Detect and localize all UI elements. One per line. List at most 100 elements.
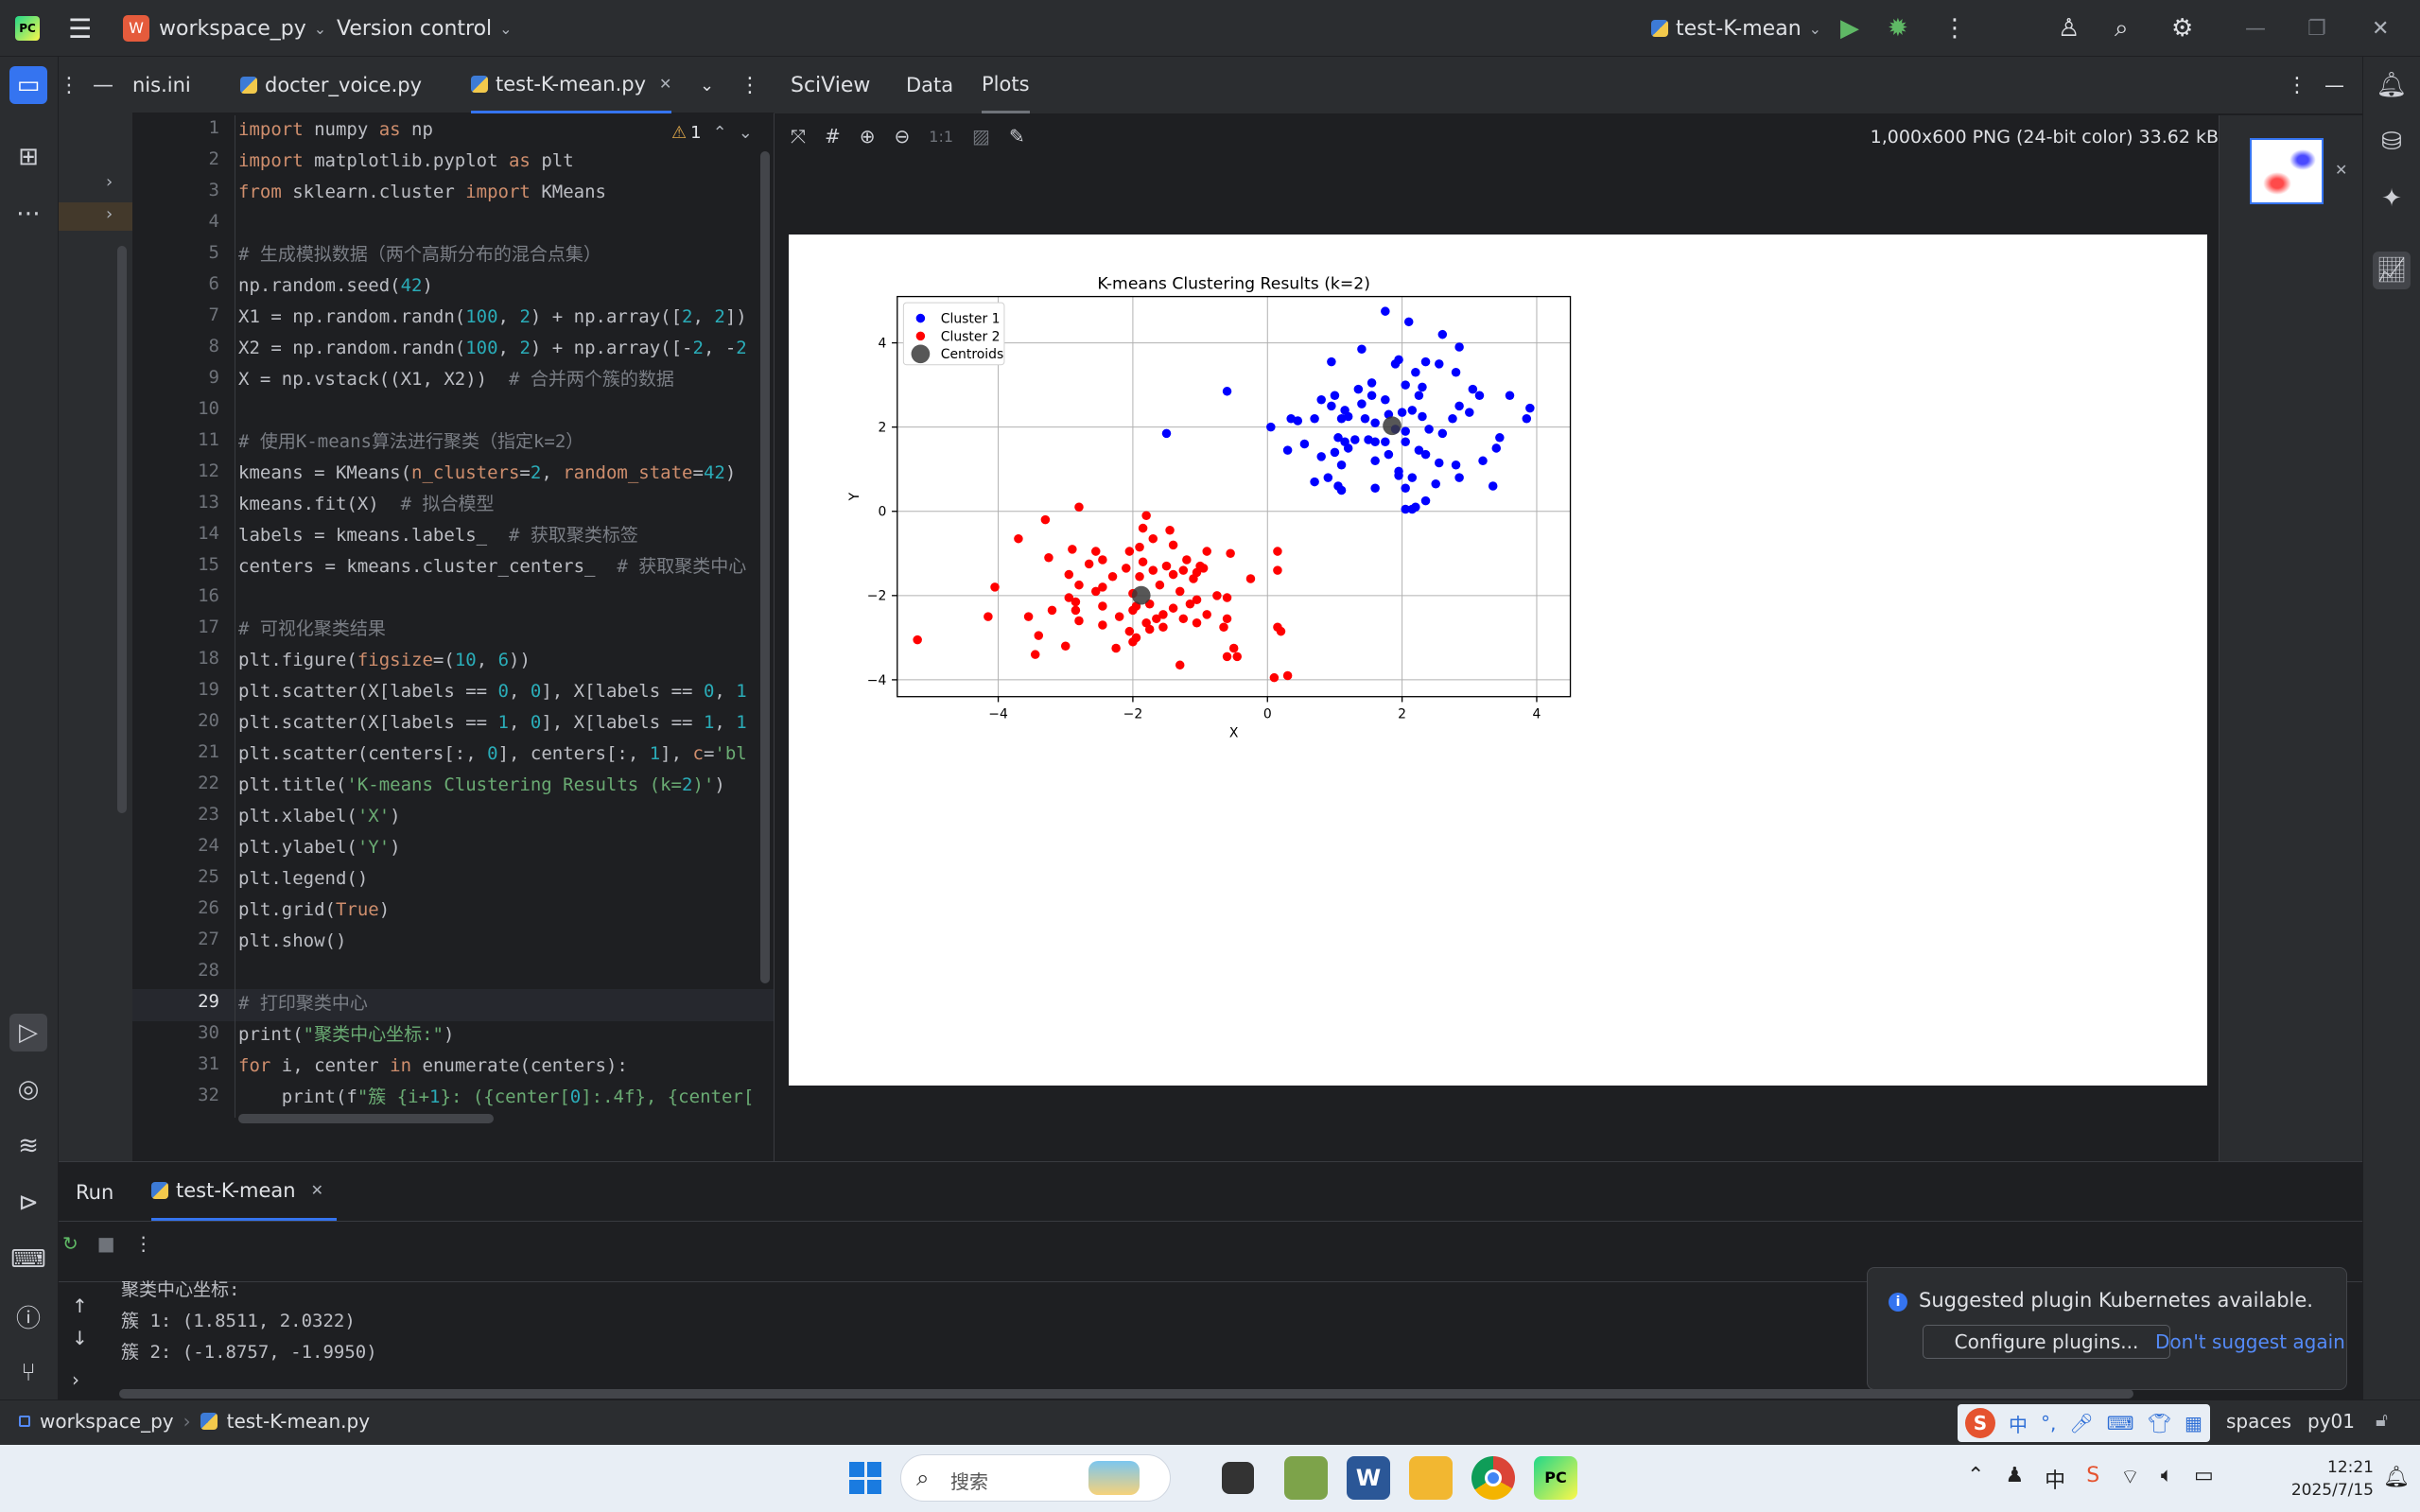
- stop-icon[interactable]: ■: [97, 1232, 115, 1255]
- ime-mode-icon[interactable]: 中: [2009, 1410, 2028, 1437]
- chevron-right-icon[interactable]: ›: [106, 172, 113, 192]
- restore-icon[interactable]: ❐: [2307, 0, 2326, 57]
- code-line[interactable]: import matplotlib.pyplot as plt: [238, 147, 574, 175]
- sciview-options-icon[interactable]: ⋮: [2287, 57, 2307, 113]
- toolbox-icon[interactable]: ▦: [2185, 1412, 2202, 1434]
- read-only-lock-icon[interactable]: 🔓︎: [2376, 1408, 2388, 1431]
- code-line[interactable]: plt.scatter(X[labels == 1, 0], X[labels …: [238, 708, 747, 737]
- tray-app-icon[interactable]: ♟: [2005, 1464, 2024, 1494]
- interpreter-selector[interactable]: py01: [2307, 1410, 2355, 1433]
- code-line[interactable]: plt.show(): [238, 927, 346, 955]
- tab-docter-voice[interactable]: docter_voice.py: [240, 57, 422, 113]
- code-line[interactable]: kmeans = KMeans(n_clusters=2, random_sta…: [238, 459, 736, 487]
- code-line[interactable]: centers = kmeans.cluster_centers_ # 获取聚类…: [238, 552, 746, 581]
- breadcrumb-project[interactable]: workspace_py: [40, 1410, 174, 1433]
- pycharm-taskbar-icon[interactable]: PC: [1534, 1456, 1577, 1500]
- taskbar-search-box[interactable]: ⌕ 搜索: [900, 1454, 1171, 1502]
- code-line[interactable]: plt.grid(True): [238, 895, 390, 924]
- project-options-icon[interactable]: ⋮: [59, 74, 79, 97]
- code-line[interactable]: X2 = np.random.randn(100, 2) + np.array(…: [238, 334, 747, 362]
- terminal-icon[interactable]: ⌨: [9, 1241, 47, 1278]
- code-line[interactable]: X1 = np.random.randn(100, 2) + np.array(…: [238, 303, 747, 331]
- configure-plugins-button[interactable]: Configure plugins...: [1923, 1325, 2170, 1359]
- code-line[interactable]: kmeans.fit(X) # 拟合模型: [238, 490, 494, 518]
- code-line[interactable]: plt.figure(figsize=(10, 6)): [238, 646, 531, 674]
- code-line[interactable]: plt.title('K-means Clustering Results (k…: [238, 771, 725, 799]
- close-tab-icon[interactable]: ✕: [659, 75, 671, 93]
- more-actions-icon[interactable]: ⋮: [1942, 0, 1967, 57]
- code-line[interactable]: # 使用K-means算法进行聚类（指定k=2）: [238, 427, 583, 456]
- code-line[interactable]: print("聚类中心坐标:"): [238, 1020, 454, 1049]
- run-config-tab[interactable]: test-K-mean ✕: [151, 1162, 338, 1221]
- plot-thumbnail[interactable]: [2250, 138, 2324, 204]
- main-menu-icon[interactable]: ☰: [68, 0, 92, 57]
- problems-icon[interactable]: ⓘ: [9, 1297, 47, 1335]
- code-line[interactable]: plt.scatter(X[labels == 0, 0], X[labels …: [238, 677, 747, 705]
- windows-start-icon[interactable]: [844, 1456, 887, 1500]
- sogou-logo-icon[interactable]: S: [1965, 1408, 1995, 1438]
- run-tool-icon[interactable]: ▷: [9, 1014, 47, 1051]
- pycharm-logo-icon[interactable]: PC: [15, 0, 40, 57]
- expand-icon[interactable]: ›: [72, 1368, 88, 1391]
- run-config-selector[interactable]: test-K-mean ⌄: [1651, 0, 1821, 57]
- project-selector[interactable]: W workspace_py ⌄: [123, 0, 326, 57]
- tray-sogou-icon[interactable]: S: [2086, 1464, 2099, 1494]
- selected-tree-row[interactable]: [59, 202, 132, 231]
- code-line[interactable]: # 可视化聚类结果: [238, 615, 386, 643]
- tab-plots[interactable]: Plots: [982, 57, 1030, 113]
- code-line[interactable]: plt.xlabel('X'): [238, 802, 401, 830]
- grid-icon[interactable]: #: [825, 125, 841, 148]
- code-line[interactable]: # 打印聚类中心: [238, 989, 368, 1017]
- code-line[interactable]: X = np.vstack((X1, X2)) # 合并两个簇的数据: [238, 365, 674, 393]
- word-app-icon[interactable]: W: [1347, 1456, 1390, 1500]
- code-line[interactable]: plt.scatter(centers[:, 0], centers[:, 1]…: [238, 739, 747, 768]
- punctuation-icon[interactable]: °,: [2041, 1412, 2056, 1434]
- editor-vertical-scrollbar[interactable]: [760, 151, 770, 983]
- more-tools-icon[interactable]: ⋯: [9, 195, 47, 233]
- close-tab-icon[interactable]: ✕: [311, 1181, 323, 1199]
- scroll-up-icon[interactable]: ↑: [72, 1295, 88, 1317]
- code-line[interactable]: plt.ylabel('Y'): [238, 833, 401, 861]
- code-line[interactable]: from sklearn.cluster import KMeans: [238, 178, 606, 206]
- project-folder-icon[interactable]: ▭: [9, 66, 47, 104]
- task-view-icon[interactable]: [1222, 1462, 1254, 1494]
- tab-data[interactable]: Data: [906, 57, 953, 113]
- git-icon[interactable]: ⑂: [9, 1354, 47, 1392]
- zoom-out-icon[interactable]: ⊖: [895, 125, 911, 148]
- sciview-tool-icon[interactable]: 📈︎: [2373, 252, 2411, 289]
- dont-suggest-again-link[interactable]: Don't suggest again: [2155, 1330, 2345, 1353]
- tab-sciview[interactable]: SciView: [791, 57, 870, 113]
- python-console-icon[interactable]: ◎: [9, 1070, 47, 1108]
- notification-center-icon[interactable]: 🔔︎: [2383, 1466, 2410, 1489]
- volume-icon[interactable]: 🔈︎: [2161, 1464, 2173, 1494]
- code-area[interactable]: import numpy as np import matplotlib.pypl…: [238, 115, 774, 1120]
- keyboard-icon[interactable]: ⌨: [2107, 1412, 2134, 1434]
- tab-nis-ini[interactable]: nis.ini: [132, 57, 191, 113]
- minimize-icon[interactable]: —: [2245, 0, 2266, 57]
- skin-icon[interactable]: 👕︎: [2148, 1412, 2171, 1434]
- wifi-icon[interactable]: ⌔: [2120, 1464, 2140, 1494]
- hide-panel-icon[interactable]: —: [93, 74, 113, 97]
- layers-icon[interactable]: ≋: [9, 1127, 47, 1165]
- photos-app-icon[interactable]: [1284, 1456, 1328, 1500]
- hide-sciview-icon[interactable]: —: [2324, 57, 2344, 113]
- services-icon[interactable]: ⊳: [9, 1184, 47, 1222]
- fit-icon[interactable]: ⤧: [791, 125, 806, 148]
- vertical-scrollbar[interactable]: [117, 246, 127, 813]
- debug-icon[interactable]: ✹: [1888, 0, 1908, 57]
- close-thumbnail-icon[interactable]: ✕: [2335, 161, 2347, 179]
- rerun-icon[interactable]: ↻: [62, 1232, 78, 1255]
- account-icon[interactable]: ♙: [2058, 0, 2080, 57]
- run-options-icon[interactable]: ⋮: [134, 1232, 153, 1255]
- tab-test-k-mean[interactable]: test-K-mean.py ✕: [471, 57, 672, 113]
- tray-ime-icon[interactable]: 中: [2045, 1464, 2065, 1494]
- console-horizontal-scrollbar[interactable]: [119, 1389, 2133, 1399]
- tray-overflow-icon[interactable]: ⌃: [1967, 1464, 1984, 1494]
- code-line[interactable]: plt.legend(): [238, 864, 368, 893]
- code-line[interactable]: for i, center in enumerate(centers):: [238, 1051, 628, 1080]
- run-icon[interactable]: ▶: [1840, 0, 1859, 57]
- code-line[interactable]: print(f"簇 {i+1}: ({center[0]:.4f}, {cent…: [238, 1083, 755, 1111]
- indent-setting[interactable]: spaces: [2226, 1410, 2291, 1433]
- breadcrumb-file[interactable]: test-K-mean.py: [227, 1410, 370, 1433]
- settings-icon[interactable]: ⚙: [2171, 0, 2193, 57]
